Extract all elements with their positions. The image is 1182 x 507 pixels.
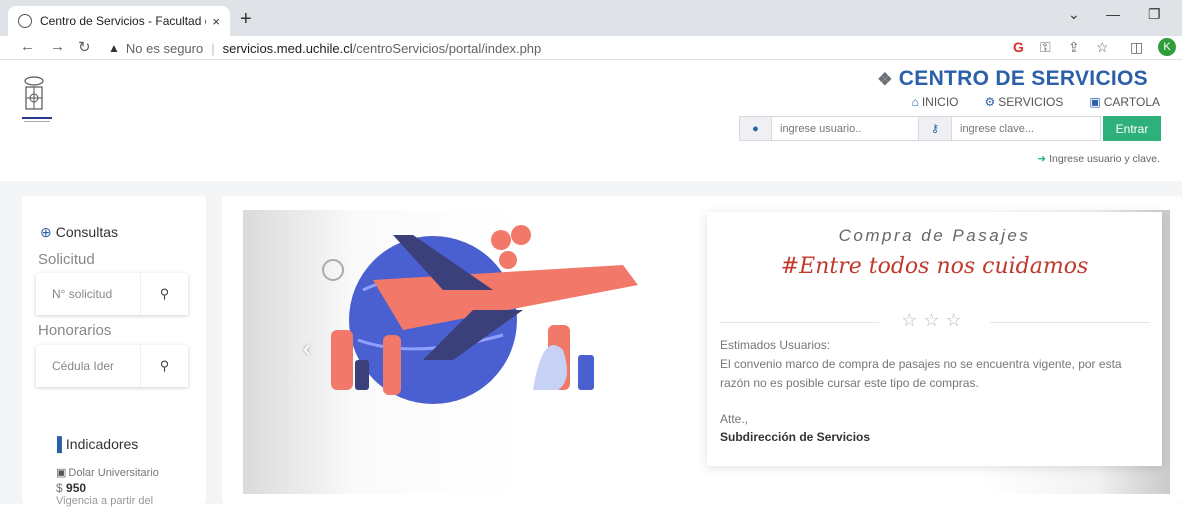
coin-icon: [491, 230, 511, 250]
indicador-value: $ 950: [56, 481, 86, 495]
solicitud-label: Solicitud: [38, 251, 95, 268]
tab-title: Centro de Servicios - Facultad de: [40, 14, 207, 28]
forward-arrow-icon[interactable]: →: [50, 38, 65, 55]
url-host: servicios.med.uchile.cl: [222, 40, 353, 56]
cubes-icon: ❖: [877, 70, 893, 89]
money-icon: ▣: [56, 467, 67, 479]
password-input[interactable]: [952, 116, 1101, 141]
search-icon[interactable]: ⚲: [140, 273, 188, 315]
indicador-note: Vigencia a partir del: [56, 495, 154, 507]
bar-chart-icon: ▐: [52, 436, 62, 452]
url-path: /centroServicios/portal/index.php: [352, 40, 542, 56]
profile-avatar[interactable]: K: [1158, 38, 1176, 56]
bookmark-star-icon[interactable]: ☆: [1096, 39, 1109, 56]
search-icon[interactable]: ⚲: [140, 345, 188, 387]
browser-address-bar: ← → ↻ ▲ No es seguro | servicios.med.uch…: [0, 36, 1182, 60]
slide-text: El convenio marco de compra de pasajes n…: [720, 357, 1122, 390]
money-icon: ▣: [1089, 95, 1101, 109]
username-input[interactable]: [772, 116, 919, 141]
sign-in-icon: ➜: [1037, 153, 1047, 165]
search-plus-icon: ⊕: [40, 224, 52, 240]
site-favicon-icon: [18, 14, 32, 28]
url-separator: |: [211, 40, 215, 56]
nav-servicios[interactable]: ⚙ SERVICIOS: [985, 95, 1064, 109]
slide-card: Compra de Pasajes #Entre todos nos cuida…: [707, 212, 1162, 466]
share-icon[interactable]: ⇪: [1068, 39, 1080, 56]
solicitud-input[interactable]: N° solicitud: [36, 273, 140, 315]
close-tab-icon[interactable]: ×: [212, 14, 220, 29]
slide-closing: Atte.,: [720, 412, 749, 426]
url-field[interactable]: ▲ No es seguro | servicios.med.uchile.cl…: [108, 37, 988, 59]
coin-icon: [499, 251, 517, 269]
gear-icon: [322, 259, 344, 281]
slide-message: Estimados Usuarios: El convenio marco de…: [720, 336, 1150, 393]
login-form: ● ⚷ Entrar: [739, 116, 1161, 141]
restore-icon[interactable]: ❐: [1148, 6, 1161, 23]
indicadores-heading: ▐ Indicadores: [52, 436, 138, 452]
chevron-down-icon[interactable]: ⌄: [1068, 6, 1080, 23]
stars-icon: ☆☆☆: [901, 310, 968, 330]
nav-servicios-label: SERVICIOS: [998, 95, 1064, 109]
indicador-name: Dolar Universitario: [68, 467, 159, 479]
reload-icon[interactable]: ↻: [78, 38, 91, 56]
honorarios-label: Honorarios: [38, 322, 112, 339]
nav-cartola-label: CARTOLA: [1103, 95, 1160, 109]
user-icon: ●: [739, 116, 772, 141]
side-panel-icon[interactable]: ◫: [1130, 39, 1143, 56]
indicadores-title: Indicadores: [65, 436, 139, 452]
back-arrow-icon[interactable]: ←: [20, 38, 35, 55]
consultas-heading: ⊕ Consultas: [40, 224, 118, 241]
slide-signature: Subdirección de Servicios: [720, 430, 871, 444]
login-hint: ➜ Ingrese usuario y clave.: [1037, 153, 1160, 165]
key-icon[interactable]: ⚿: [1040, 39, 1051, 56]
coin-icon: [511, 225, 531, 245]
slide-hashtag: #Entre todos nos cuidamos: [780, 254, 1089, 279]
nav-inicio[interactable]: ⌂ INICIO: [912, 95, 959, 109]
nav-cartola[interactable]: ▣ CARTOLA: [1089, 95, 1160, 109]
site-header: ❖ CENTRO DE SERVICIOS ⌂ INICIO ⚙ SERVICIOS …: [0, 61, 1182, 181]
warning-triangle-icon: ▲: [108, 41, 120, 55]
home-icon: ⌂: [911, 95, 919, 109]
carousel-prev-icon[interactable]: ‹: [303, 335, 311, 363]
honorarios-search: Cédula Ider ⚲: [36, 345, 188, 387]
site-brand[interactable]: ❖ CENTRO DE SERVICIOS: [877, 67, 1148, 91]
browser-tab-bar: Centro de Servicios - Facultad de × + ⌄ …: [0, 0, 1182, 36]
faculty-logo-icon[interactable]: [20, 73, 88, 131]
gears-icon: ⚙: [984, 95, 996, 109]
person-shape: [331, 330, 353, 390]
suitcase-shape: [578, 355, 594, 390]
brand-text: CENTRO DE SERVICIOS: [898, 67, 1148, 90]
indicador-currency: $: [56, 481, 63, 495]
top-navigation: ⌂ INICIO ⚙ SERVICIOS ▣ CARTOLA: [912, 95, 1160, 109]
security-label: No es seguro: [125, 40, 204, 56]
nav-inicio-label: INICIO: [921, 95, 959, 109]
sidebar: ⊕ Consultas Solicitud N° solicitud ⚲ Hono…: [22, 196, 206, 507]
consultas-title: Consultas: [55, 224, 118, 240]
slide-greeting: Estimados Usuarios:: [720, 338, 831, 352]
minimize-icon[interactable]: —: [1106, 6, 1120, 22]
indicador-amount: 950: [66, 481, 87, 495]
new-tab-button[interactable]: +: [240, 8, 252, 31]
key-icon: ⚷: [919, 116, 952, 141]
google-icon[interactable]: G: [1013, 39, 1024, 55]
divider: [990, 322, 1150, 323]
browser-tab[interactable]: Centro de Servicios - Facultad de ×: [8, 6, 230, 36]
solicitud-search: N° solicitud ⚲: [36, 273, 188, 315]
person-shape: [383, 335, 401, 395]
cedula-input[interactable]: Cédula Ider: [36, 345, 140, 387]
enter-button[interactable]: Entrar: [1103, 116, 1161, 141]
indicador-item: ▣ Dolar Universitario: [56, 466, 159, 479]
slide-title: Compra de Pasajes: [838, 226, 1031, 245]
suitcase-shape: [355, 360, 369, 390]
login-hint-text: Ingrese usuario y clave.: [1049, 153, 1160, 165]
